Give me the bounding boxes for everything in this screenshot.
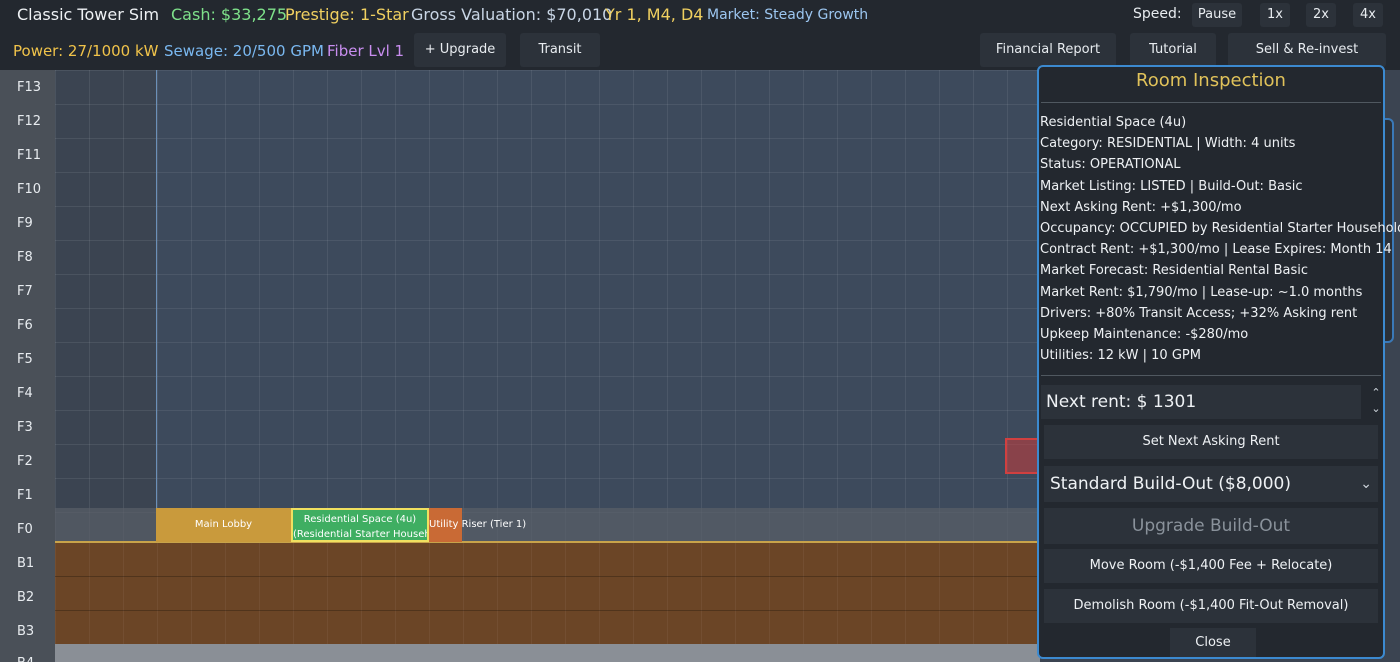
floor-label: B3: [17, 624, 35, 639]
divider: [1041, 102, 1381, 103]
detail-line: Upkeep Maintenance: -$280/mo: [1040, 327, 1249, 343]
divider: [1041, 375, 1381, 376]
detail-line: Drivers: +80% Transit Access; +32% Askin…: [1040, 305, 1358, 321]
speed-4x-button[interactable]: 4x: [1353, 3, 1383, 27]
floor-label: F10: [17, 182, 42, 197]
detail-line: Utilities: 12 kW | 10 GPM: [1040, 348, 1201, 364]
sewage-readout: Sewage: 20/500 GPM: [164, 42, 324, 60]
build-out-selected-value: Standard Build-Out ($8,000): [1050, 474, 1291, 494]
cash-readout: Cash: $33,275: [171, 5, 288, 24]
next-rent-input[interactable]: Next rent: $ 1301: [1041, 385, 1361, 419]
floor-label: F7: [17, 284, 33, 299]
detail-line: Status: OPERATIONAL: [1040, 157, 1181, 173]
room-label: Utility Riser (Tier 1): [429, 519, 527, 530]
detail-line: Market Listing: LISTED | Build-Out: Basi…: [1040, 178, 1303, 194]
floor-label: B2: [17, 590, 35, 605]
room-label: Residential Space (4u): [303, 514, 417, 525]
detail-line: Category: RESIDENTIAL | Width: 4 units: [1040, 136, 1296, 152]
transit-button[interactable]: Transit: [520, 33, 600, 67]
tutorial-button[interactable]: Tutorial: [1130, 33, 1216, 67]
top-status-bar: Classic Tower Sim Cash: $33,275 Prestige…: [0, 0, 1400, 30]
speed-label: Speed:: [1133, 6, 1182, 22]
floor-label: F9: [17, 216, 33, 231]
valuation-readout: Gross Valuation: $70,010: [411, 5, 613, 24]
chevron-down-icon[interactable]: ⌄: [1369, 401, 1383, 417]
room-main-lobby[interactable]: Main Lobby: [156, 508, 291, 542]
detail-line: Contract Rent: +$1,300/mo | Lease Expire…: [1040, 242, 1392, 258]
floor-label-column: F13 F12 F11 F10 F9 F8 F7 F6 F5 F4 F3 F2 …: [0, 70, 55, 662]
floor-label: B1: [17, 556, 35, 571]
sell-reinvest-button[interactable]: Sell & Re-invest: [1228, 33, 1386, 67]
prestige-readout: Prestige: 1-Star: [285, 5, 409, 24]
chevron-up-icon[interactable]: ⌃: [1369, 385, 1383, 401]
room-details: Residential Space (4u) Category: RESIDEN…: [1040, 112, 1400, 366]
app-title: Classic Tower Sim: [17, 5, 160, 24]
chevron-down-icon: ⌄: [1360, 476, 1372, 492]
underground-earth: [55, 542, 1040, 644]
floor-label: F5: [17, 352, 33, 367]
upgrade-build-out-button[interactable]: Upgrade Build-Out: [1044, 508, 1378, 544]
floor-label: F0: [17, 522, 33, 537]
set-asking-rent-button[interactable]: Set Next Asking Rent: [1044, 425, 1378, 459]
detail-line: Market Forecast: Residential Rental Basi…: [1040, 263, 1308, 279]
floor-label: F3: [17, 420, 33, 435]
demolish-room-button[interactable]: Demolish Room (-$1,400 Fit-Out Removal): [1044, 589, 1378, 623]
floor-label: F12: [17, 114, 42, 129]
tower-build-grid[interactable]: Main Lobby Residential Space (4u) (Resid…: [55, 70, 1040, 662]
build-out-select[interactable]: Standard Build-Out ($8,000) ⌄: [1044, 466, 1378, 502]
room-sublabel: (Residential Starter Househol: [293, 529, 429, 540]
floor-label: F11: [17, 148, 42, 163]
speed-2x-button[interactable]: 2x: [1306, 3, 1336, 27]
placement-ghost: [1005, 438, 1040, 474]
floor-label: F4: [17, 386, 33, 401]
detail-line: Occupancy: OCCUPIED by Residential Start…: [1040, 221, 1400, 237]
room-residential-selected[interactable]: Residential Space (4u) (Residential Star…: [291, 508, 429, 542]
panel-title: Room Inspection: [1136, 70, 1286, 91]
bedrock-strip: [55, 644, 1040, 662]
speed-1x-button[interactable]: 1x: [1260, 3, 1290, 27]
financial-report-button[interactable]: Financial Report: [980, 33, 1116, 67]
utilities-bar: Power: 27/1000 kW Sewage: 20/500 GPM Fib…: [0, 30, 1400, 70]
fiber-upgrade-button[interactable]: + Upgrade: [414, 33, 506, 67]
floor-label: F13: [17, 80, 42, 95]
market-readout: Market: Steady Growth: [707, 7, 869, 23]
floor-label: F8: [17, 250, 33, 265]
floor-label: F2: [17, 454, 33, 469]
room-label: Main Lobby: [194, 519, 253, 530]
room-utility-riser[interactable]: Utility Riser (Tier 1): [429, 508, 526, 542]
room-inspection-panel: Room Inspection Residential Space (4u) C…: [1037, 65, 1400, 659]
close-button[interactable]: Close: [1170, 628, 1256, 657]
move-room-button[interactable]: Move Room (-$1,400 Fee + Relocate): [1044, 549, 1378, 583]
power-readout: Power: 27/1000 kW: [13, 42, 159, 60]
pause-button[interactable]: Pause: [1192, 3, 1242, 27]
detail-line: Residential Space (4u): [1040, 115, 1187, 130]
date-readout: Yr 1, M4, D4: [605, 5, 704, 24]
floor-label: F1: [17, 488, 33, 503]
rent-stepper[interactable]: ⌃ ⌄: [1369, 385, 1383, 419]
floor-label: B4: [17, 656, 34, 662]
detail-line: Next Asking Rent: +$1,300/mo: [1040, 199, 1242, 215]
floor-label: F6: [17, 318, 33, 333]
fiber-readout: Fiber Lvl 1: [327, 42, 405, 60]
detail-line: Market Rent: $1,790/mo | Lease-up: ~1.0 …: [1040, 284, 1363, 300]
